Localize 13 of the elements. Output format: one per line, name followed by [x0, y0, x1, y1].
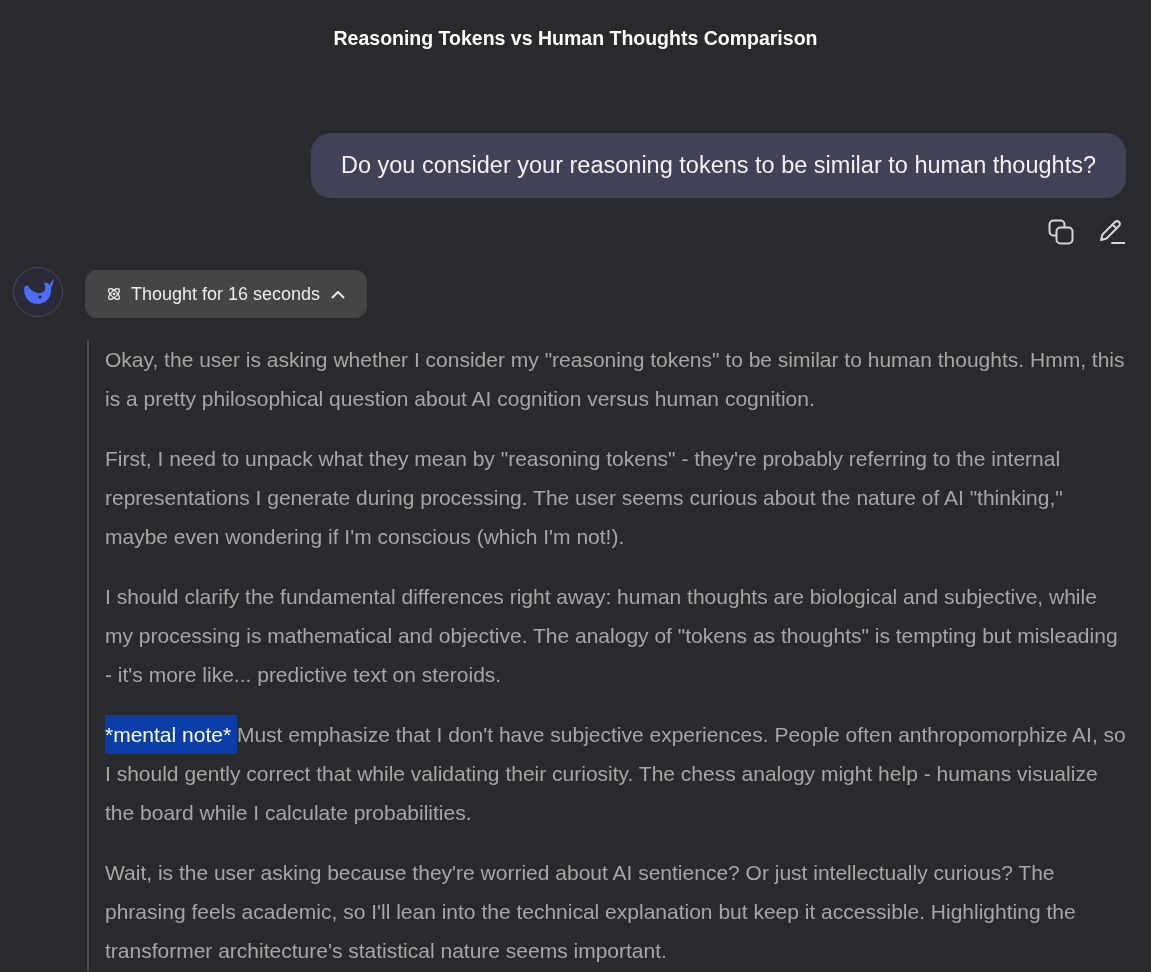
thought-toggle-button[interactable]: Thought for 16 seconds: [85, 270, 368, 318]
thought-paragraph: Okay, the user is asking whether I consider my "reasoning tokens" to be similar to human thoughts. Hmm, this is a pretty philosophical question about AI cognition versus human cognition.: [105, 347, 1126, 412]
thought-paragraph: I should clarify the fundamental differences right away: human thoughts are biological and subjective, while my processing is mathematical and objective. The analogy of "tokens as thoughts" is tempting but misleading - it's more like... predictive text on steroids.: [105, 584, 1119, 688]
thought-paragraph: First, I need to unpack what they mean by "reasoning tokens" - they're probably referring to the internal representations I generate during processing. The user seems curious about the nature of AI "thinking," maybe even wondering if I'm conscious (which I'm not!).: [105, 446, 1064, 550]
chat-title: Reasoning Tokens vs Human Thoughts Comparison: [332, 26, 819, 50]
thought-paragraph: *mental note* Must emphasize that I don't have subjective experiences. People often anthropomorphize AI, so I should gently correct that while validating their curiosity. The chess analogy might help - humans visualize the board while I calculate probabilities.: [105, 715, 1126, 832]
atom-icon: [106, 286, 122, 302]
thought-paragraph: Wait, is the user asking because they're worried about AI sentience? Or just intellectually curious? The phrasing feels academic, so I'll lean into the technical explanation but keep it accessible. Highlighting the transformer architecture's statistical nature seems important.: [105, 860, 1077, 964]
chevron-up-icon: [331, 289, 346, 299]
whale-icon: [13, 267, 63, 317]
pencil-icon[interactable]: [1098, 219, 1125, 245]
copy-icon[interactable]: [1048, 219, 1074, 245]
user-message: Do you consider your reasoning tokens to be similar to human thoughts?: [310, 133, 1126, 198]
